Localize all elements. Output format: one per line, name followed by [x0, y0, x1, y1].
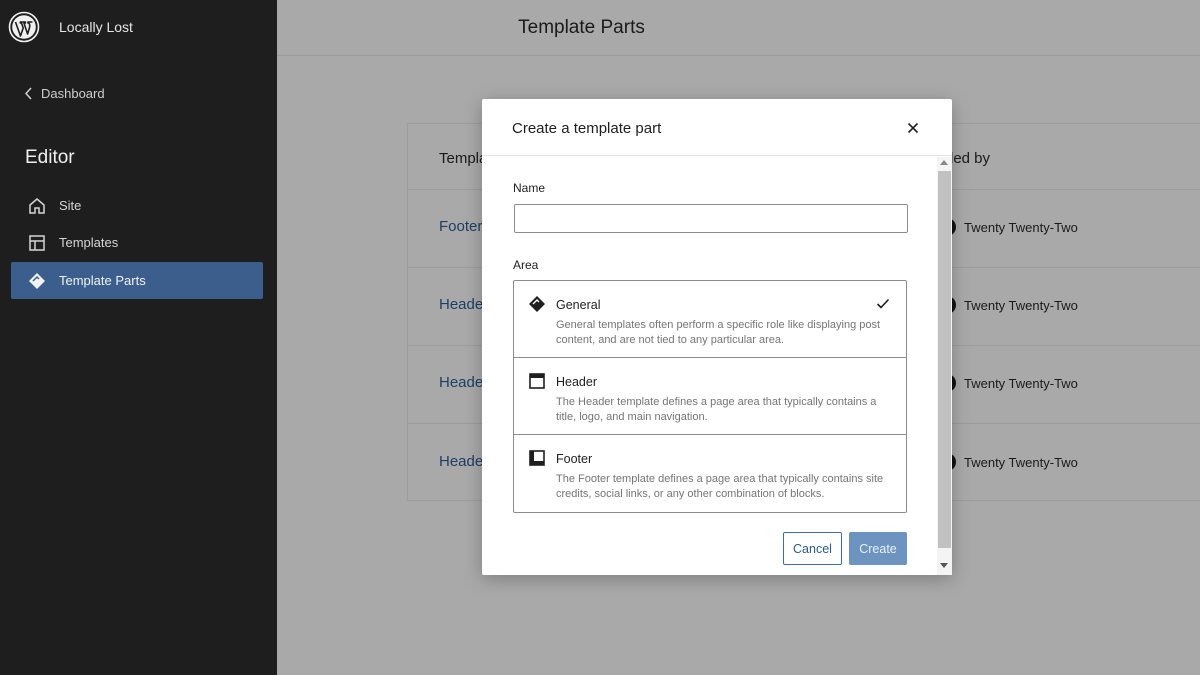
modal-scrollbar[interactable]	[937, 157, 952, 575]
header-icon	[529, 373, 545, 389]
area-option-title: Footer	[556, 452, 593, 466]
added-by-label: Twenty Twenty-Two	[964, 375, 1078, 391]
area-option-footer[interactable]: Footer The Footer template defines a pag…	[514, 435, 906, 512]
chevron-left-icon	[24, 87, 32, 100]
scroll-down-arrow-icon[interactable]	[940, 563, 948, 568]
added-by-label: Twenty Twenty-Two	[964, 219, 1078, 235]
area-option-description: The Footer template defines a page area …	[556, 473, 884, 500]
template-part-link[interactable]: Heade	[439, 453, 483, 470]
dashboard-back-label: Dashboard	[41, 86, 105, 101]
modal-title: Create a template part	[512, 120, 662, 137]
area-option-header[interactable]: Header The Header template defines a pag…	[514, 358, 906, 435]
close-icon	[907, 122, 919, 134]
sidebar-item-label: Site	[59, 198, 82, 213]
added-by-cell: Twenty Twenty-Two	[938, 453, 1078, 471]
symbol-icon	[29, 272, 45, 289]
sidebar: Locally Lost Dashboard Editor Site Templ…	[0, 0, 277, 675]
create-template-part-modal: Create a template part Name Area General…	[482, 99, 952, 575]
area-radio-group: General General templates often perform …	[513, 280, 907, 513]
close-button[interactable]	[902, 117, 924, 139]
sidebar-item-template-parts[interactable]: Template Parts	[11, 262, 263, 299]
added-by-label: Twenty Twenty-Two	[964, 297, 1078, 313]
sidebar-item-label: Template Parts	[59, 273, 146, 288]
dashboard-back-link[interactable]: Dashboard	[24, 86, 105, 101]
area-option-description: The Header template defines a page area …	[556, 396, 877, 423]
modal-header: Create a template part	[482, 99, 952, 156]
area-option-general[interactable]: General General templates often perform …	[514, 281, 906, 358]
home-icon	[29, 197, 45, 214]
added-by-label: Twenty Twenty-Two	[964, 454, 1078, 470]
layout-icon	[29, 234, 45, 251]
column-header-template: Templa	[439, 150, 488, 167]
added-by-cell: Twenty Twenty-Two	[938, 296, 1078, 314]
cancel-button[interactable]: Cancel	[783, 532, 842, 565]
create-button[interactable]: Create	[849, 532, 907, 565]
sidebar-item-templates[interactable]: Templates	[11, 224, 263, 261]
template-part-link[interactable]: Footer	[439, 218, 482, 235]
area-option-title: Header	[556, 375, 597, 389]
added-by-cell: Twenty Twenty-Two	[938, 374, 1078, 392]
area-option-title: General	[556, 298, 601, 312]
template-part-link[interactable]: Heade	[439, 296, 483, 313]
column-header-added-by: led by	[950, 150, 991, 167]
symbol-icon	[529, 296, 545, 312]
sidebar-item-site[interactable]: Site	[11, 187, 263, 224]
check-icon	[876, 298, 890, 309]
page-title: Template Parts	[518, 17, 645, 38]
added-by-cell: Twenty Twenty-Two	[938, 218, 1078, 236]
sidebar-item-label: Templates	[59, 235, 119, 250]
template-part-link[interactable]: Heade	[439, 374, 483, 391]
area-label: Area	[513, 258, 539, 272]
name-label: Name	[513, 181, 546, 195]
area-option-description: General templates often perform a specif…	[556, 319, 881, 346]
editor-heading: Editor	[25, 147, 75, 168]
name-input[interactable]	[514, 204, 908, 233]
footer-icon	[529, 450, 545, 466]
scroll-thumb[interactable]	[938, 171, 951, 548]
scroll-up-arrow-icon[interactable]	[940, 160, 948, 165]
